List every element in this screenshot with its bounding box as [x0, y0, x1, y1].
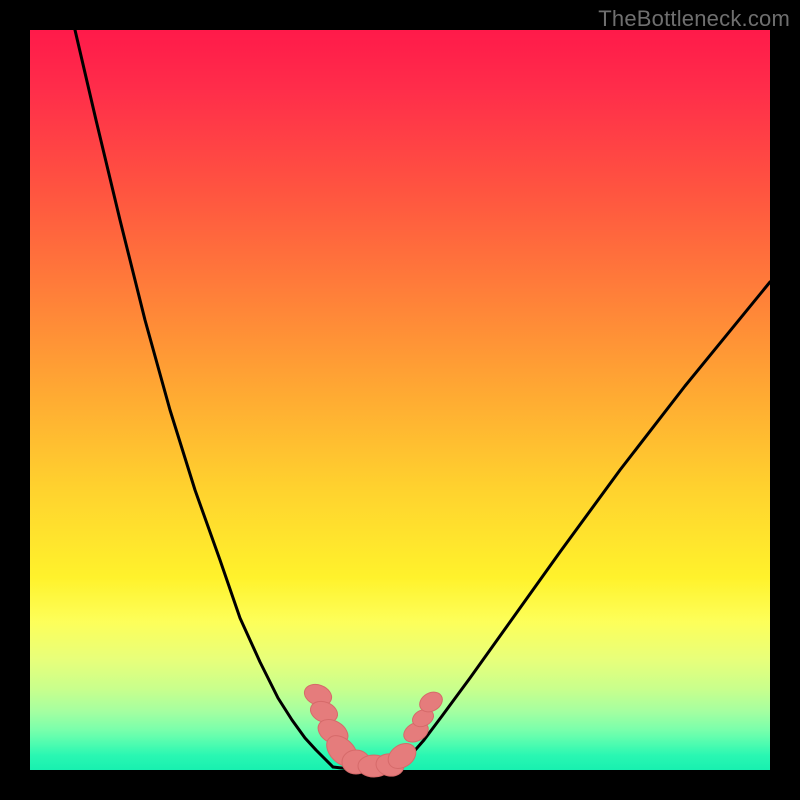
curve-right-curve — [400, 282, 770, 767]
curve-left-curve — [75, 30, 333, 767]
curve-overlay — [30, 30, 770, 770]
watermark-text: TheBottleneck.com — [598, 6, 790, 32]
chart-frame: TheBottleneck.com — [0, 0, 800, 800]
bottleneck-curves — [75, 30, 770, 769]
data-markers — [301, 681, 445, 778]
